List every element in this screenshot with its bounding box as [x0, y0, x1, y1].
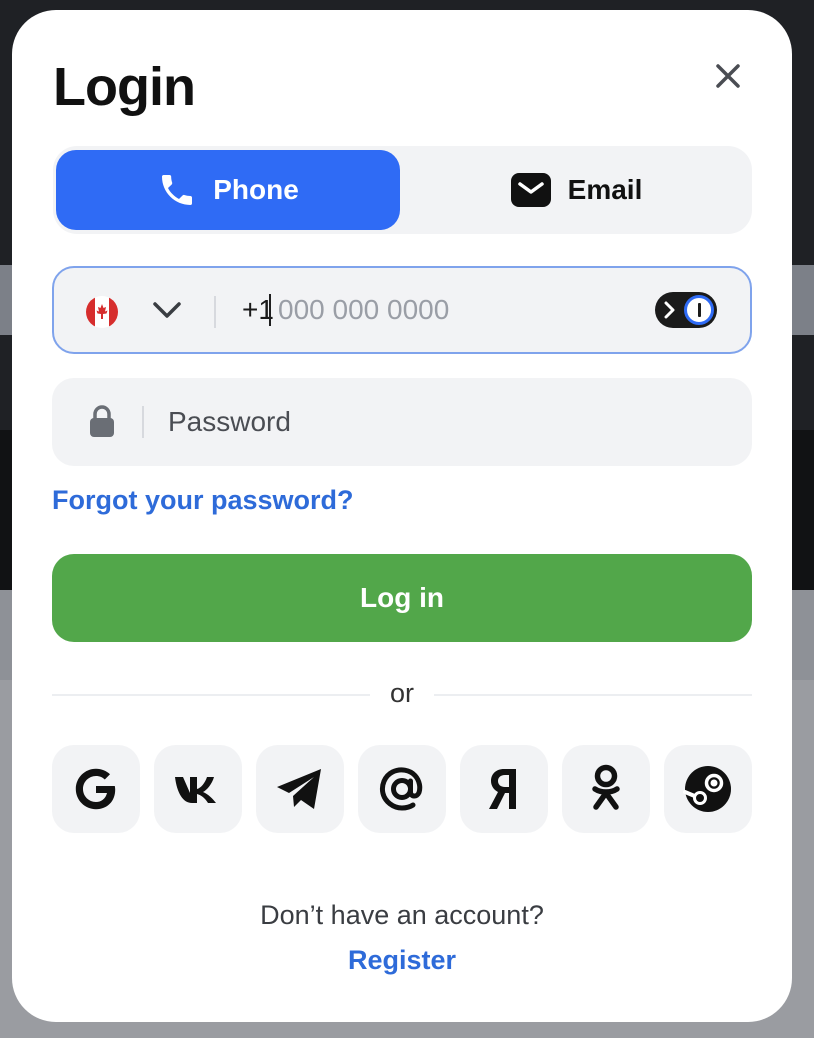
chevron-right-icon	[664, 301, 675, 319]
steam-login-button[interactable]	[664, 745, 752, 833]
text-caret	[269, 294, 271, 326]
odnoklassniki-icon	[592, 764, 620, 810]
field-divider	[214, 296, 216, 328]
phone-field: +1	[52, 266, 752, 354]
password-field	[52, 378, 752, 466]
phone-icon	[162, 175, 193, 205]
or-separator: or	[52, 678, 752, 712]
yandex-login-button[interactable]	[460, 745, 548, 833]
yandex-icon	[489, 769, 516, 809]
google-icon	[75, 768, 116, 810]
password-manager-icon	[684, 295, 714, 325]
no-account-text: Don’t have an account?	[260, 900, 544, 930]
telegram-login-button[interactable]	[256, 745, 344, 833]
vk-icon	[175, 777, 216, 803]
canada-flag-icon[interactable]	[86, 296, 118, 328]
field-divider	[142, 406, 144, 438]
envelope-icon	[510, 173, 551, 207]
close-icon	[716, 64, 740, 88]
tab-phone-label: Phone	[213, 174, 299, 205]
login-button[interactable]: Log in	[52, 554, 752, 642]
close-button[interactable]	[708, 56, 748, 96]
password-manager-button[interactable]	[655, 292, 717, 328]
login-modal: Login Phone Email +1 000 000 0000 Forgot…	[12, 10, 792, 1022]
login-method-tabs: Phone Email	[53, 146, 752, 234]
chevron-down-icon	[153, 302, 181, 318]
tab-email-label: Email	[567, 174, 643, 205]
separator-text: or	[389, 678, 414, 708]
google-login-button[interactable]	[52, 745, 140, 833]
register-link[interactable]: Register	[12, 945, 792, 976]
forgot-password-link[interactable]: Forgot your password?	[52, 485, 354, 516]
at-sign-icon	[380, 767, 423, 811]
mailru-login-button[interactable]	[358, 745, 446, 833]
lock-icon	[90, 405, 114, 437]
password-input[interactable]	[168, 400, 708, 444]
telegram-icon	[277, 769, 321, 809]
vk-login-button[interactable]	[154, 745, 242, 833]
tab-email[interactable]: Email	[403, 150, 749, 230]
country-dropdown-button[interactable]	[152, 300, 182, 325]
steam-icon	[683, 766, 731, 812]
modal-title: Login	[53, 57, 196, 117]
odnoklassniki-login-button[interactable]	[562, 745, 650, 833]
tab-phone[interactable]: Phone	[56, 150, 400, 230]
phone-input[interactable]	[278, 288, 638, 332]
